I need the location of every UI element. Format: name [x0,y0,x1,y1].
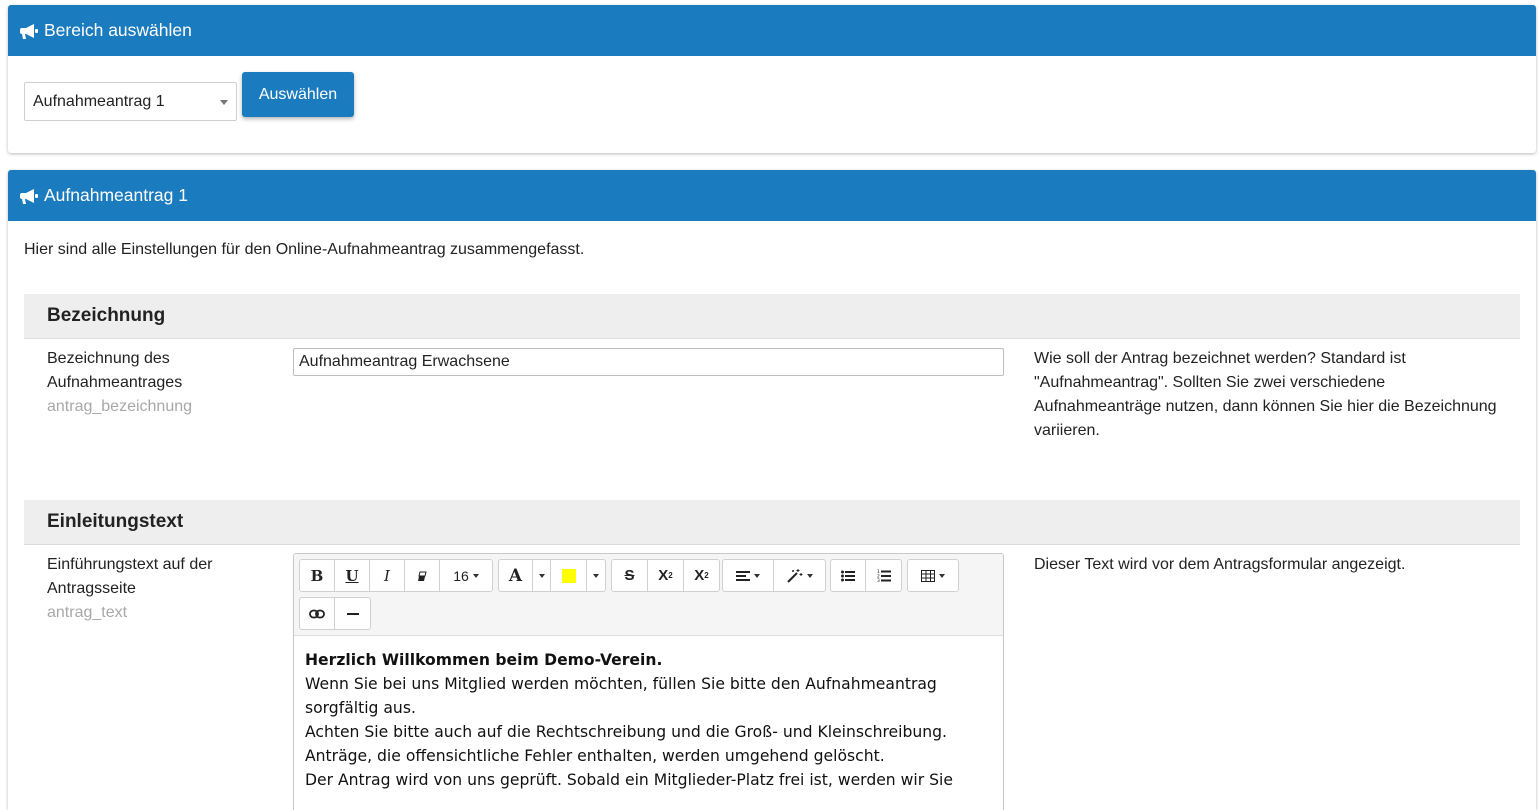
section-heading-bezeichnung: Bezeichnung [24,294,1520,339]
help-line: "Aufnahmeantrag". Sollten Sie zwei versc… [1034,374,1386,391]
style-dropdown[interactable] [774,560,825,591]
help-line: variieren. [1034,422,1100,439]
svg-text:3: 3 [877,578,880,582]
align-dropdown[interactable] [723,560,774,591]
highlight-color-icon[interactable] [551,560,587,591]
underline-icon[interactable]: U [335,560,370,591]
bezeichnung-input[interactable]: Aufnahmeantrag Erwachsene [293,348,1004,376]
application-panel-header: Aufnahmeantrag 1 [8,170,1536,221]
unordered-list-icon[interactable] [831,560,866,591]
highlight-swatch [561,568,576,583]
help-text-einleitungstext: Dieser Text wird vor dem Antragsformular… [1034,556,1406,573]
eraser-icon[interactable] [405,560,440,591]
chevron-down-icon [220,100,228,105]
chevron-down-icon [593,573,599,578]
application-settings-panel: Aufnahmeantrag 1 Hier sind alle Einstell… [8,170,1536,810]
highlight-color-dropdown[interactable] [587,560,605,591]
bold-icon[interactable]: B [300,560,335,591]
rich-text-editor: B U I 16 A S X 2 X 2 1 2 3 Herzlich Will… [293,553,1004,810]
italic-icon[interactable]: I [370,560,405,591]
help-line: Wie soll der Antrag bezeichnet werden? S… [1034,350,1406,367]
select-area-panel-header: Bereich auswählen [8,5,1536,56]
area-select[interactable]: Aufnahmeantrag 1 [24,82,237,121]
chevron-down-icon [806,573,813,578]
font-color-dropdown[interactable] [533,560,551,591]
bullhorn-icon [20,22,40,40]
magic-wand-icon [786,568,802,583]
field-label-line: Einführungstext auf der [47,556,213,573]
editor-heading: Herzlich Willkommen beim Demo-Verein. [305,651,663,669]
chevron-down-icon [754,573,760,578]
field-label-line: Antragsseite [47,580,136,597]
area-select-value: Aufnahmeantrag 1 [33,92,165,110]
bullhorn-icon [20,187,40,205]
select-area-panel: Bereich auswählen Aufnahmeantrag 1 Auswä… [8,5,1536,153]
table-group [907,559,959,592]
field-label-line: Bezeichnung des [47,350,170,367]
align-left-icon [736,570,750,581]
table-icon [921,569,935,582]
font-size-value: 16 [453,567,469,584]
editor-line: Achten Sie bitte auch auf die Rechtschre… [305,723,947,741]
editor-line: Anträge, die offensichtliche Fehler enth… [305,747,885,765]
help-line: Aufnahmeanträge nutzen, dann können Sie … [1034,398,1497,415]
color-group: A [498,559,606,592]
field-label-bezeichnung: Bezeichnung des Aufnahmeantrages antrag_… [47,347,267,419]
section-heading-einleitungstext: Einleitungstext [24,500,1520,545]
horizontal-rule-icon[interactable] [335,598,370,629]
script-group: S X2 X2 [611,559,720,592]
align-group [722,559,826,592]
field-key: antrag_bezeichnung [47,398,193,415]
list-group: 123 [830,559,902,592]
editor-line: Der Antrag wird von uns geprüft. Sobald … [305,771,953,789]
insert-group [299,597,371,630]
editor-line: sorgfältig aus. [305,699,416,717]
chevron-down-icon [472,573,479,578]
field-key: antrag_text [47,604,128,621]
format-group: B U I 16 [299,559,493,592]
font-size-dropdown[interactable]: 16 [440,560,492,591]
superscript-icon[interactable]: X2 [648,560,684,591]
intro-text: Hier sind alle Einstellungen für den Onl… [24,241,585,258]
chevron-down-icon [538,573,545,578]
strikethrough-icon[interactable]: S [612,560,648,591]
editor-content[interactable]: Herzlich Willkommen beim Demo-Verein. We… [294,636,1003,804]
table-dropdown[interactable] [908,560,958,591]
field-label-einleitungstext: Einführungstext auf der Antragsseite ant… [47,553,267,625]
editor-line: Wenn Sie bei uns Mitglied werden möchten… [305,675,937,693]
font-color-icon[interactable]: A [499,560,533,591]
bezeichnung-input-value: Aufnahmeantrag Erwachsene [299,353,510,370]
application-panel-title: Aufnahmeantrag 1 [44,185,188,205]
subscript-icon[interactable]: X2 [684,560,719,591]
field-label-line: Aufnahmeantrages [47,374,183,391]
select-button[interactable]: Auswählen [242,72,354,117]
help-text-bezeichnung: Wie soll der Antrag bezeichnet werden? S… [1034,347,1514,443]
chevron-down-icon [939,573,945,578]
link-icon[interactable] [300,598,335,629]
ordered-list-icon[interactable]: 123 [866,560,901,591]
editor-toolbar: B U I 16 A S X 2 X 2 1 2 3 [294,554,1003,636]
select-area-title: Bereich auswählen [44,20,192,40]
